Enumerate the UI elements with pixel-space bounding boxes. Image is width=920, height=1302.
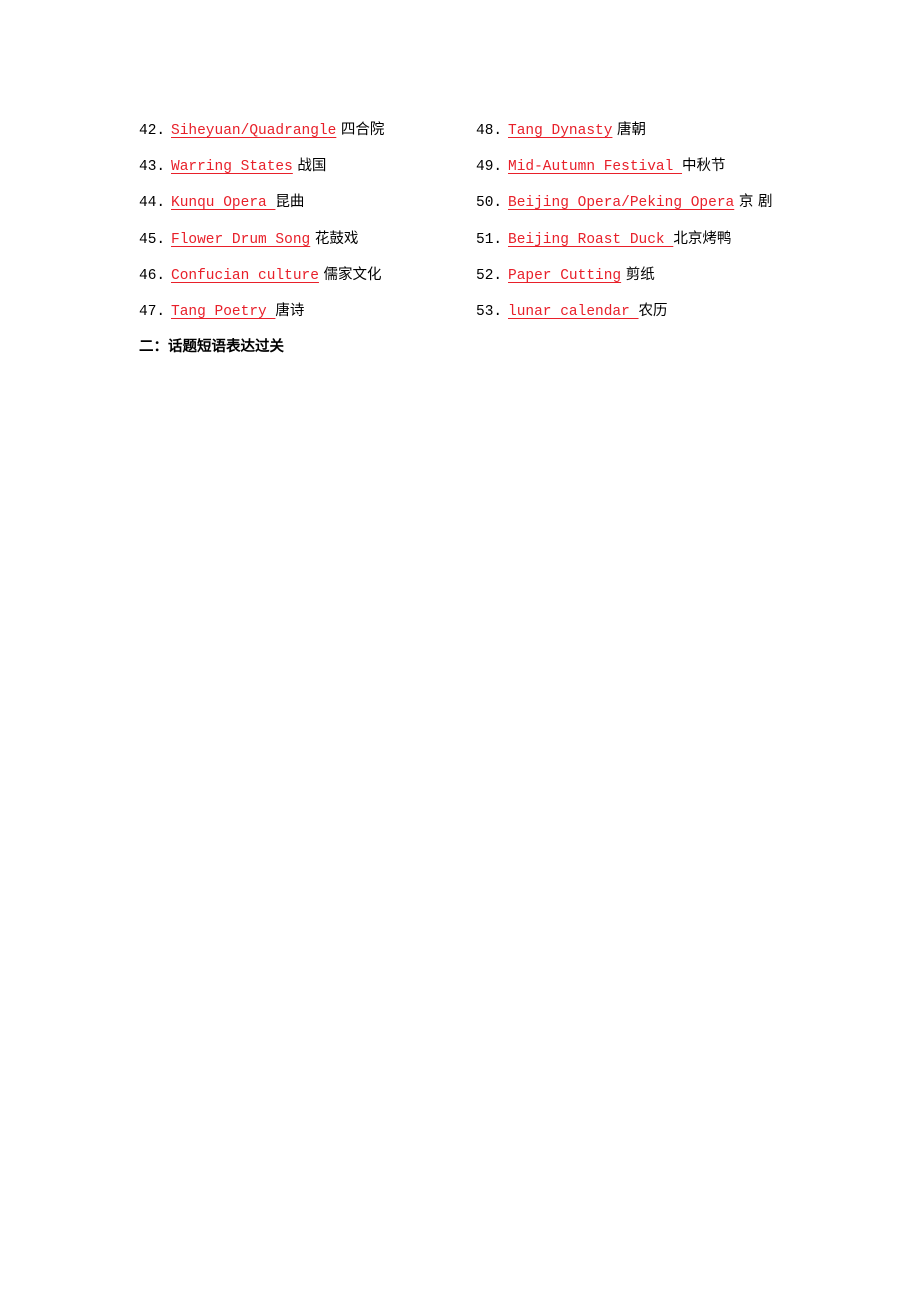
vocabulary-item: 53. lunar calendar 农历 (476, 297, 772, 333)
chinese-term: 北京烤鸭 (673, 230, 732, 247)
english-term: Beijing Opera/Peking Opera (508, 195, 735, 212)
english-term: Mid-Autumn Festival (508, 159, 683, 176)
item-number: 43. (139, 159, 166, 176)
item-number: 53. (476, 303, 503, 320)
chinese-term: 剪纸 (621, 266, 655, 283)
english-term: Paper Cutting (508, 267, 622, 284)
english-term: lunar calendar (508, 303, 639, 320)
vocabulary-item: 48. Tang Dynasty 唐朝 (476, 116, 772, 152)
english-term: Warring States (171, 159, 293, 176)
english-term: Tang Poetry (171, 303, 276, 320)
english-term: Confucian culture (171, 267, 319, 284)
document-page: 42. Siheyuan/Quadrangle 四合院 43. Warring St… (0, 0, 920, 1302)
vocabulary-list-left: 42. Siheyuan/Quadrangle 四合院 43. Warring St… (139, 116, 384, 333)
item-number: 46. (139, 267, 166, 284)
vocabulary-item: 45. Flower Drum Song 花鼓戏 (139, 225, 384, 261)
item-number: 45. (139, 231, 166, 248)
item-number: 52. (476, 267, 503, 284)
chinese-term: 战国 (292, 158, 327, 175)
english-term: Flower Drum Song (171, 231, 311, 248)
item-number: 47. (139, 303, 166, 320)
chinese-term: 京 剧 (734, 194, 773, 211)
chinese-term: 农历 (638, 302, 668, 319)
section-heading: 二：话题短语表达过关 (139, 339, 284, 355)
item-number: 51. (476, 231, 503, 248)
chinese-term: 花鼓戏 (310, 230, 359, 247)
vocabulary-list-right: 48. Tang Dynasty 唐朝 49. Mid-Autumn Festiva… (476, 116, 772, 333)
vocabulary-item: 46. Confucian culture 儒家文化 (139, 261, 384, 297)
chinese-term: 中秋节 (682, 158, 726, 175)
vocabulary-item: 42. Siheyuan/Quadrangle 四合院 (139, 116, 384, 152)
item-number: 50. (476, 195, 503, 212)
chinese-term: 唐朝 (612, 122, 647, 138)
item-number: 48. (476, 123, 503, 139)
item-number: 44. (139, 195, 166, 212)
vocabulary-item: 43. Warring States 战国 (139, 152, 384, 188)
vocabulary-item: 50. Beijing Opera/Peking Opera 京 剧 (476, 188, 772, 224)
vocabulary-item: 49. Mid-Autumn Festival 中秋节 (476, 152, 772, 188)
english-term: Tang Dynasty (508, 123, 613, 139)
item-number: 42. (139, 123, 166, 139)
vocabulary-item: 44. Kunqu Opera 昆曲 (139, 188, 384, 224)
item-number: 49. (476, 159, 503, 176)
english-term: Beijing Roast Duck (508, 231, 674, 248)
chinese-term: 昆曲 (275, 194, 305, 211)
vocabulary-item: 47. Tang Poetry 唐诗 (139, 297, 384, 333)
chinese-term: 儒家文化 (318, 266, 382, 283)
english-term: Kunqu Opera (171, 195, 276, 212)
english-term: Siheyuan/Quadrangle (171, 123, 337, 139)
chinese-term: 四合院 (336, 122, 385, 138)
chinese-term: 唐诗 (275, 302, 305, 319)
vocabulary-item: 51. Beijing Roast Duck 北京烤鸭 (476, 225, 772, 261)
vocabulary-item: 52. Paper Cutting 剪纸 (476, 261, 772, 297)
